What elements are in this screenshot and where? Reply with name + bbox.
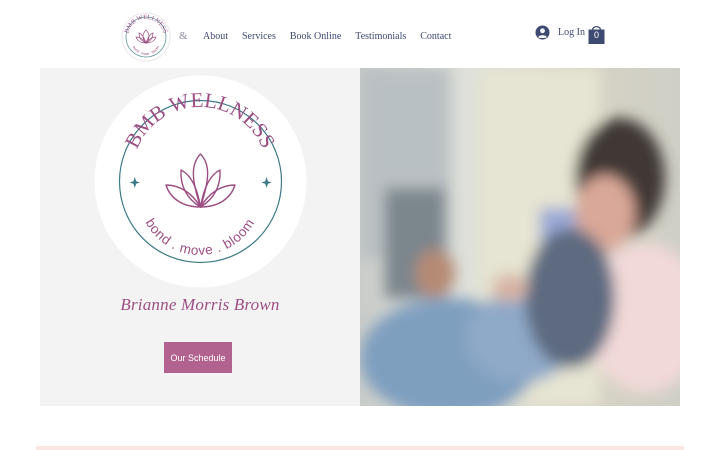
cart-count: 0 bbox=[593, 30, 599, 40]
hero-photo bbox=[360, 68, 680, 406]
section-divider bbox=[36, 446, 684, 450]
site-logo[interactable]: BMB WELLNESS bond . move . bloom bbox=[121, 12, 171, 62]
nav-about[interactable]: About bbox=[203, 31, 228, 42]
nav-testimonials[interactable]: Testimonials bbox=[355, 31, 406, 42]
nav-contact[interactable]: Contact bbox=[420, 31, 451, 42]
nav-services[interactable]: Services bbox=[242, 31, 276, 42]
our-schedule-button[interactable]: Our Schedule bbox=[164, 342, 232, 373]
main-nav: About Services Book Online Testimonials … bbox=[203, 31, 465, 42]
nav-book-online[interactable]: Book Online bbox=[290, 31, 341, 42]
blurred-photo-image bbox=[360, 68, 680, 406]
instructor-name: Brianne Morris Brown bbox=[120, 295, 280, 314]
nav-ampersand: & bbox=[179, 30, 188, 42]
cart-button[interactable]: 0 bbox=[587, 23, 606, 45]
login-label: Log In bbox=[558, 27, 585, 38]
user-avatar-icon bbox=[535, 25, 550, 40]
login-button[interactable]: Log In bbox=[535, 25, 585, 40]
site-header: BMB WELLNESS bond . move . bloom & About… bbox=[0, 0, 720, 68]
brand-badge-logo: BMB WELLNESS bond . move . bloom bbox=[94, 75, 307, 288]
